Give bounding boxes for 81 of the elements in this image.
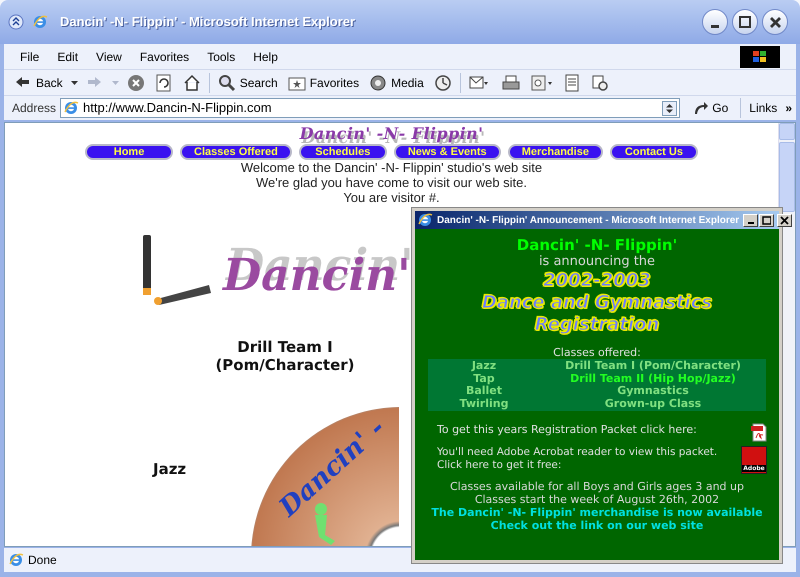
page-icon xyxy=(8,552,24,568)
headline-text: Registration xyxy=(534,314,660,336)
classes-heading: Classes offered: xyxy=(553,346,641,359)
go-arrow-icon xyxy=(692,101,708,115)
document-edit-icon xyxy=(530,74,553,92)
studio-name: Dancin' -N- Flippin' xyxy=(516,237,678,254)
menu-item[interactable]: Edit xyxy=(57,48,78,66)
promo-text: The Dancin' -N- Flippin' merchandise is now available xyxy=(431,506,763,519)
toolbar-button[interactable]: Search xyxy=(216,72,280,94)
search-icon xyxy=(218,74,236,92)
window-title: Dancin' -N- Flippin' - Microsoft Internet Explorer xyxy=(60,13,356,32)
printer-icon xyxy=(502,74,520,92)
status-text: Done xyxy=(28,552,57,569)
site-title: Dancin' -N- Flippin' xyxy=(300,125,484,143)
dropdown-caret-icon[interactable] xyxy=(70,80,78,84)
nav-link[interactable]: News & Events xyxy=(394,144,501,160)
welcome-text: Welcome to the Dancin' -N- Flippin' studio's web site xyxy=(240,160,542,175)
address-field[interactable]: http://www.Dancin-N-Flippin.com xyxy=(60,98,680,118)
browser-icon xyxy=(417,212,433,228)
maximize-icon xyxy=(762,216,772,224)
research-icon xyxy=(590,74,609,92)
browser-icon xyxy=(32,14,48,30)
nav-link[interactable]: Classes Offered xyxy=(180,144,292,160)
info-text: Classes start the week of August 26th, 2002 xyxy=(474,493,720,506)
class-name[interactable]: Grown-up Class xyxy=(540,398,766,410)
minimize-icon xyxy=(748,222,754,224)
page-icon xyxy=(63,100,80,116)
announcement-text: is announcing the xyxy=(538,254,656,270)
packet-link-text[interactable]: To get this years Registration Packet click here: xyxy=(437,423,697,436)
history-clock-icon xyxy=(434,74,452,92)
window-menu-icon[interactable] xyxy=(8,14,24,30)
menu-item[interactable]: File xyxy=(20,48,40,66)
links-button[interactable]: Links xyxy=(745,99,782,117)
logo-text: Dancin' xyxy=(223,253,411,299)
acrobat-text[interactable]: You'll need Adobe Acrobat reader to view this packet. xyxy=(437,446,718,459)
class-title: Jazz xyxy=(153,459,186,480)
nav-link[interactable]: Home xyxy=(85,144,174,160)
nav-link[interactable]: Merchandise xyxy=(508,144,603,160)
more-chevron[interactable]: » xyxy=(785,99,792,117)
close-icon xyxy=(780,216,790,224)
menu-item[interactable]: View xyxy=(96,48,122,66)
class-name[interactable]: Tap xyxy=(428,372,540,385)
close-icon xyxy=(770,16,780,28)
minimize-button[interactable] xyxy=(702,9,728,35)
class-name[interactable]: Drill Team II (Hip Hop/Jazz) xyxy=(540,372,766,385)
close-button[interactable] xyxy=(762,9,788,35)
menu-item[interactable]: Tools xyxy=(207,48,236,66)
minimize-icon xyxy=(711,24,719,28)
menu-item[interactable]: Favorites xyxy=(140,48,190,66)
dropdown-icon[interactable] xyxy=(662,100,678,116)
maximize-button[interactable] xyxy=(732,9,758,35)
class-name[interactable]: Drill Team I (Pom/Character) xyxy=(540,360,766,372)
go-button[interactable]: Go xyxy=(684,99,736,117)
class-title: Drill Team I (Pom/Character) xyxy=(214,338,356,374)
headline-text: Dance and Gymnastics xyxy=(482,292,712,314)
maximize-icon xyxy=(739,16,751,28)
info-text: Classes available for all Boys and Girls ages 3 and up xyxy=(450,480,744,493)
welcome-text: We're glad you have come to visit our web site. xyxy=(256,175,528,190)
toolbar-button[interactable]: Back xyxy=(12,72,65,94)
pdf-file-icon[interactable] xyxy=(751,423,767,442)
address-label: Address xyxy=(12,100,56,117)
class-name[interactable]: Twirling xyxy=(428,398,540,410)
menu-item[interactable]: Help xyxy=(253,48,278,66)
welcome-text: You are visitor #. xyxy=(343,190,440,205)
nav-link[interactable]: Contact Us xyxy=(610,144,698,160)
popup-title: Dancin' -N- Flippin' Announcement - Microsoft Internet Explorer xyxy=(437,214,740,228)
toolbar-button[interactable]: Favorites xyxy=(286,72,362,94)
refresh-icon xyxy=(154,74,173,92)
stop-icon xyxy=(126,74,145,92)
class-name[interactable]: Gymnastics xyxy=(540,385,766,398)
promo-text: Check out the link on our web site xyxy=(490,519,704,532)
class-name[interactable]: Jazz xyxy=(428,360,540,372)
notepad-icon xyxy=(562,74,581,92)
nav-link[interactable]: Schedules xyxy=(298,144,387,160)
toolbar-button[interactable]: Media xyxy=(367,72,426,94)
windows-logo-icon xyxy=(740,46,780,68)
home-icon xyxy=(182,74,201,92)
class-name[interactable]: Ballet xyxy=(428,385,540,398)
headline-text: 2002-2003 xyxy=(543,270,651,292)
media-icon xyxy=(369,74,388,92)
acrobat-text[interactable]: Click here to get it free: xyxy=(437,459,718,472)
